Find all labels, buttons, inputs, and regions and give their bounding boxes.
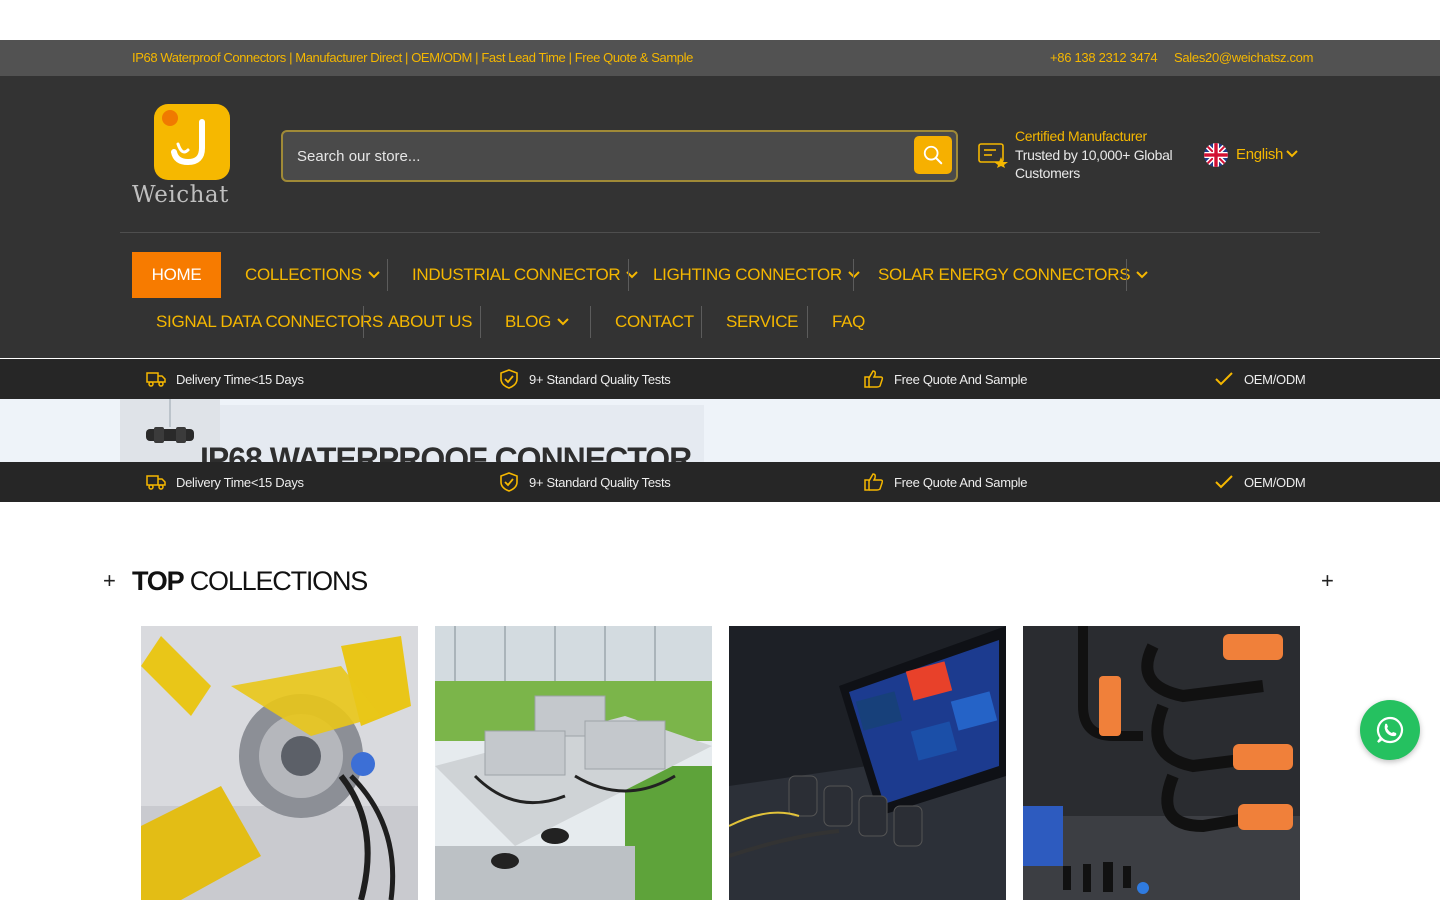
nav-lighting-connector[interactable]: LIGHTING CONNECTOR [653, 252, 860, 298]
collection-card-industrial[interactable] [141, 626, 418, 900]
nav-blog[interactable]: BLOG [505, 299, 569, 345]
truck-icon [146, 475, 166, 490]
nav-home[interactable]: HOME [132, 252, 221, 298]
plus-icon: + [103, 568, 116, 593]
whatsapp-chat-button[interactable] [1360, 700, 1420, 760]
language-label: English [1236, 146, 1284, 163]
section-title: TOP COLLECTIONS [132, 566, 368, 596]
hero-title: IP68 WATERPROOF CONNECTOR [200, 441, 692, 462]
feature-bar: Delivery Time<15 Days 9+ Standard Qualit… [0, 359, 1440, 399]
feature-free-quote: Free Quote And Sample [864, 359, 1027, 399]
nav-separator [807, 306, 808, 338]
uk-flag-icon [1204, 143, 1228, 167]
top-collections-header: + TOP COLLECTIONS + [0, 562, 1440, 602]
search-bar [281, 130, 958, 182]
collection-card-signal[interactable] [729, 626, 1006, 900]
nav-collections[interactable]: COLLECTIONS [245, 252, 380, 298]
feature-quality-tests: 9+ Standard Quality Tests [499, 462, 671, 502]
nav-service[interactable]: SERVICE [726, 299, 799, 345]
nav-separator [590, 306, 591, 338]
feature-free-quote: Free Quote And Sample [864, 462, 1027, 502]
logo-j-icon [171, 119, 205, 166]
nav-separator [628, 259, 629, 291]
phone-link[interactable]: +86 138 2312 3474 [1050, 50, 1158, 65]
nav-separator [387, 259, 388, 291]
logo-wordmark: Weichat [132, 182, 229, 208]
nav-separator [701, 306, 702, 338]
sticky-feature-bar: Delivery Time<15 Days 9+ Standard Qualit… [0, 462, 1440, 502]
shield-check-icon [500, 472, 518, 492]
plus-icon: + [1321, 568, 1334, 593]
logo-mark [154, 104, 230, 180]
search-input[interactable] [286, 135, 906, 177]
nav-separator [853, 259, 854, 291]
nav-signal-data-connectors[interactable]: SIGNAL DATA CONNECTORS [156, 299, 383, 345]
nav-separator [363, 306, 364, 338]
feature-delivery: Delivery Time<15 Days [146, 462, 304, 502]
collection-image [1023, 626, 1300, 900]
feature-delivery: Delivery Time<15 Days [146, 359, 304, 399]
certified-badge: Certified Manufacturer Trusted by 10,000… [978, 126, 1198, 188]
feature-oem-odm: OEM/ODM [1214, 462, 1306, 502]
nav-about-us[interactable]: ABOUT US [388, 299, 473, 345]
feature-quality-tests: 9+ Standard Quality Tests [499, 359, 671, 399]
nav-separator [480, 306, 481, 338]
feature-oem-odm: OEM/ODM [1214, 359, 1306, 399]
announcement-bar: IP68 Waterproof Connectors | Manufacture… [0, 40, 1440, 76]
certificate-icon [978, 143, 1008, 168]
nav-industrial-connector[interactable]: INDUSTRIAL CONNECTOR [412, 252, 639, 298]
site-header: Weichat Certified Manufacturer Trusted b… [0, 76, 1440, 358]
site-logo[interactable]: Weichat [132, 104, 254, 210]
nav-contact[interactable]: CONTACT [615, 299, 694, 345]
chevron-down-icon [367, 271, 380, 279]
check-icon [1215, 372, 1233, 386]
nav-faq[interactable]: FAQ [832, 299, 865, 345]
shield-check-icon [500, 369, 518, 389]
thumbs-up-icon [864, 370, 884, 388]
search-icon [923, 145, 943, 165]
check-icon [1215, 475, 1233, 489]
email-link[interactable]: Sales20@weichatsz.com [1174, 50, 1313, 65]
whatsapp-icon [1376, 716, 1404, 744]
thumbs-up-icon [864, 473, 884, 491]
collection-image [435, 626, 712, 900]
collection-image [141, 626, 418, 900]
search-button[interactable] [914, 136, 952, 174]
nav-separator [1126, 259, 1127, 291]
announcement-message: IP68 Waterproof Connectors | Manufacture… [132, 50, 693, 65]
cert-title: Certified Manufacturer [1015, 128, 1147, 144]
header-divider [120, 232, 1320, 233]
chevron-down-icon [1136, 271, 1148, 279]
collection-card-solar[interactable] [1023, 626, 1300, 900]
collection-card-lighting[interactable] [435, 626, 712, 900]
collection-image [729, 626, 1006, 900]
truck-icon [146, 372, 166, 387]
cert-description: Trusted by 10,000+ Global Customers [1015, 147, 1173, 181]
nav-solar-energy-connectors[interactable]: SOLAR ENERGY CONNECTORS [878, 252, 1148, 298]
hero-banner: IP68 WATERPROOF CONNECTOR [0, 399, 1440, 462]
chevron-down-icon [1286, 150, 1298, 158]
chevron-down-icon [557, 318, 569, 326]
